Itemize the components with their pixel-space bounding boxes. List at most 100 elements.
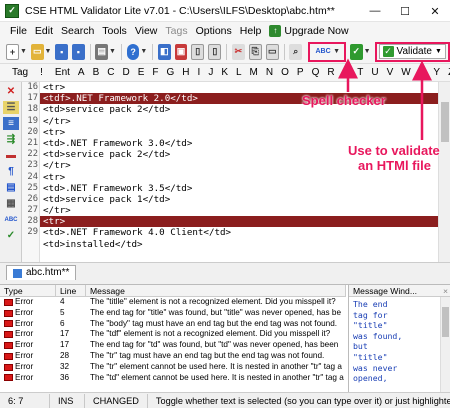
tag-button-k[interactable]: K: [217, 67, 232, 78]
chevron-down-icon[interactable]: ▼: [20, 48, 27, 55]
close-button[interactable]: ✕: [420, 0, 450, 22]
browser-icon[interactable]: ◧: [158, 43, 171, 60]
chevron-down-icon[interactable]: ▼: [364, 48, 371, 55]
tag-button-c[interactable]: C: [103, 67, 118, 78]
document-icon[interactable]: ▤: [3, 181, 19, 194]
new-file-icon[interactable]: +: [6, 43, 20, 60]
print-icon[interactable]: ▤: [95, 43, 109, 60]
stop-icon[interactable]: ▣: [174, 43, 188, 60]
tag-button-f[interactable]: F: [148, 67, 162, 78]
column-header-type[interactable]: Type: [0, 285, 56, 296]
tag-button-h[interactable]: H: [178, 67, 193, 78]
tag-button-w[interactable]: W: [397, 67, 414, 78]
message-row[interactable]: Error 6 The "body" tag must have an end ta…: [0, 319, 346, 330]
tag-button-v[interactable]: V: [383, 67, 398, 78]
tag-button-m[interactable]: M: [246, 67, 262, 78]
menu-view[interactable]: View: [131, 22, 162, 40]
maximize-button[interactable]: ☐: [390, 0, 420, 22]
menu-tags[interactable]: Tags: [161, 22, 191, 40]
message-row[interactable]: Error 4 The "titlle" element is not a reco…: [0, 297, 346, 308]
message-row[interactable]: Error 17 The "tdf" element is not a recogn…: [0, 329, 346, 340]
code-line[interactable]: </tr>: [40, 205, 438, 216]
column-header-message[interactable]: Message: [86, 285, 346, 296]
scrollbar-thumb[interactable]: [441, 102, 449, 142]
check-icon[interactable]: ✓: [3, 229, 19, 242]
chevron-down-icon[interactable]: ▼: [45, 48, 52, 55]
tag-button-e[interactable]: E: [134, 67, 149, 78]
column-header-line[interactable]: Line: [56, 285, 86, 296]
tag-button-r[interactable]: R: [323, 67, 338, 78]
lines-icon[interactable]: ▬: [3, 149, 19, 162]
validate-button[interactable]: ✓ Validate ▼: [378, 44, 446, 59]
code-line[interactable]: <td>.NET Framework 3.5</td>: [40, 183, 438, 194]
table-icon[interactable]: ▦: [3, 197, 19, 210]
menu-help[interactable]: Help: [236, 22, 266, 40]
save-icon[interactable]: ▪: [55, 43, 69, 60]
chevron-down-icon[interactable]: ▼: [333, 48, 340, 55]
message-row[interactable]: Error 32 The "tr" element cannot be used h…: [0, 362, 346, 373]
tag-button-tag[interactable]: Tag: [8, 67, 32, 78]
chevron-down-icon[interactable]: ▼: [140, 48, 147, 55]
code-line[interactable]: <td>.NET Framework 4.0 Client</td>: [40, 227, 438, 238]
paste-icon[interactable]: ▭: [265, 43, 279, 60]
message-row[interactable]: Error 5 The end tag for "title" was found,…: [0, 308, 346, 319]
menu-edit[interactable]: Edit: [31, 22, 57, 40]
menu-search[interactable]: Search: [57, 22, 98, 40]
open-folder-icon[interactable]: ▭: [30, 43, 44, 60]
list-icon[interactable]: ☰: [3, 101, 19, 114]
tag-button-d[interactable]: D: [119, 67, 134, 78]
spell-icon[interactable]: ABC: [3, 213, 19, 226]
tag-button-y[interactable]: Y: [429, 67, 444, 78]
tag-button-j[interactable]: J: [204, 67, 217, 78]
scrollbar-thumb[interactable]: [442, 307, 449, 337]
pin-icon[interactable]: ×: [443, 286, 448, 296]
tag-button-i[interactable]: I: [194, 67, 205, 78]
message-row[interactable]: Error 17 The end tag for "td" was found, b…: [0, 340, 346, 351]
code-line[interactable]: <td>service pack 1</td>: [40, 194, 438, 205]
close-icon[interactable]: ✕: [3, 85, 19, 98]
tag-button-a[interactable]: A: [74, 67, 89, 78]
code-line[interactable]: </tr>: [40, 116, 438, 127]
code-line[interactable]: <tr>: [40, 82, 438, 93]
tag-button-n[interactable]: N: [262, 67, 277, 78]
tag-button-q[interactable]: Q: [308, 67, 324, 78]
tag-button-g[interactable]: G: [163, 67, 179, 78]
tab-abc-htm[interactable]: abc.htm**: [6, 265, 77, 280]
tag-button-z[interactable]: Z: [444, 67, 450, 78]
files-icon[interactable]: ▯: [208, 43, 222, 60]
save-all-icon[interactable]: ▪: [72, 43, 85, 60]
minimize-button[interactable]: —: [360, 0, 390, 22]
menu-options[interactable]: Options: [192, 22, 236, 40]
menu-upgrade-now[interactable]: ↑ Upgrade Now: [265, 22, 352, 40]
menu-file[interactable]: File: [6, 22, 31, 40]
chevron-down-icon[interactable]: ▼: [109, 48, 116, 55]
tag-button-bang[interactable]: !: [36, 67, 47, 78]
tag-button-p[interactable]: P: [293, 67, 308, 78]
tag-button-t[interactable]: T: [353, 67, 367, 78]
cut-icon[interactable]: ✂: [232, 43, 245, 60]
code-line[interactable]: <tr>: [40, 172, 438, 183]
message-row[interactable]: Error 36 The "td" element cannot be used h…: [0, 373, 346, 384]
editor-scrollbar[interactable]: [438, 82, 450, 262]
file-icon[interactable]: ▯: [191, 43, 205, 60]
menu-tools[interactable]: Tools: [98, 22, 131, 40]
copy-icon[interactable]: ⎘: [248, 43, 262, 60]
insert-mode[interactable]: INS: [50, 393, 85, 408]
tag-button-b[interactable]: B: [89, 67, 104, 78]
message-window-scrollbar[interactable]: [440, 297, 450, 393]
tree-icon[interactable]: ⇶: [3, 133, 19, 146]
code-line[interactable]: <td>installed</td>: [40, 239, 438, 250]
spell-check-button[interactable]: ABC ▼: [308, 41, 347, 62]
tag-button-o[interactable]: O: [277, 67, 293, 78]
find-icon[interactable]: ⌕: [289, 43, 303, 60]
tag-button-s[interactable]: S: [339, 67, 354, 78]
tag-button-u[interactable]: U: [367, 67, 382, 78]
message-row[interactable]: Error 28 The "tr" tag must have an end tag…: [0, 351, 346, 362]
tag-button-x[interactable]: X: [415, 67, 430, 78]
tag-button-ent[interactable]: Ent: [51, 67, 74, 78]
indent-icon[interactable]: ≡: [3, 117, 19, 130]
code-line-error[interactable]: <tr>: [40, 216, 438, 228]
code-line[interactable]: <tr>: [40, 127, 438, 138]
paragraph-icon[interactable]: ¶: [3, 165, 19, 178]
help-icon[interactable]: ?: [126, 43, 140, 60]
